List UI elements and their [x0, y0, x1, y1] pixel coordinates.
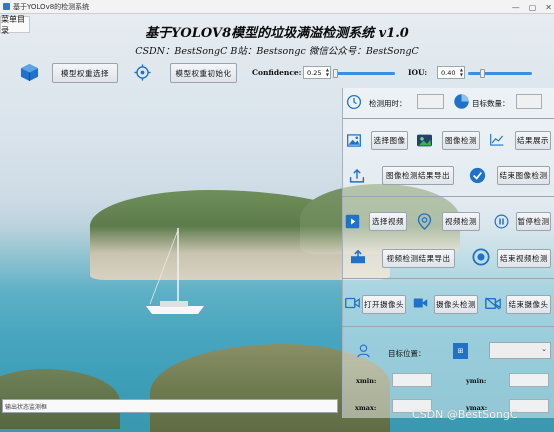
status-output-box[interactable]: 输出状态监测框	[2, 399, 338, 413]
status-text: 输出状态监测框	[5, 403, 48, 411]
xmin-label: xmin:	[356, 377, 377, 385]
confidence-slider[interactable]	[333, 69, 395, 78]
target-select[interactable]: ⌄	[489, 342, 551, 359]
page-title: 基于YOLOV8模型的垃圾满溢检测系统 v1.0	[145, 26, 409, 41]
iou-spinbox[interactable]: 0.40 ▲ ▼	[437, 66, 465, 79]
spin-arrows-icon[interactable]: ▲ ▼	[326, 67, 329, 77]
divider	[342, 196, 554, 197]
stop-circle-icon	[472, 248, 490, 266]
end-image-button[interactable]: 结束图像检测	[497, 166, 550, 185]
image-detect-button[interactable]: 图像检测	[442, 131, 480, 150]
target-count-field	[516, 94, 542, 109]
check-circle-icon	[469, 167, 486, 184]
divider	[342, 118, 554, 119]
app-icon	[3, 3, 10, 10]
page-subtitle: CSDN：BestSongC B站：Bestsongc 微信公众号：BestSo…	[135, 46, 419, 57]
clock-icon	[346, 94, 362, 110]
chevron-down-icon[interactable]: ⌄	[541, 345, 547, 353]
target-icon	[134, 64, 151, 81]
user-icon	[357, 344, 370, 358]
spin-arrows-icon[interactable]: ▲ ▼	[460, 67, 463, 77]
confidence-value: 0.25	[307, 68, 322, 77]
image-detect-icon	[417, 134, 432, 147]
ymin-label: ymin:	[466, 377, 487, 385]
init-weights-button[interactable]: 模型权重初始化	[170, 63, 237, 83]
video-export-button[interactable]: 视频检测结果导出	[382, 249, 455, 268]
select-image-button[interactable]: 选择图像	[371, 131, 408, 150]
video-icon	[345, 214, 360, 229]
camera-off-icon	[485, 297, 501, 310]
camera-detect-button[interactable]: 摄像头检测	[434, 295, 478, 314]
iou-value: 0.40	[441, 68, 456, 77]
xmax-label: xmax:	[355, 404, 377, 412]
iou-slider[interactable]	[468, 69, 532, 78]
camera-icon	[345, 297, 360, 309]
line-chart-icon	[490, 133, 504, 146]
ymin-field	[509, 373, 549, 387]
target-count-label: 目标数量：	[472, 99, 510, 108]
select-weights-button[interactable]: 模型权重选择	[52, 63, 118, 83]
camera-icon	[413, 298, 428, 308]
iou-label: IOU:	[408, 68, 428, 77]
window-controls: — ▢ ✕	[512, 0, 552, 14]
pause-detect-button[interactable]: 暂停检测	[516, 212, 551, 231]
detect-time-field	[417, 94, 444, 109]
divider	[342, 326, 554, 327]
confidence-label: Confidence:	[252, 68, 302, 77]
pie-chart-icon	[454, 94, 469, 109]
grid-icon: ⊞	[453, 343, 468, 359]
location-pin-icon	[417, 213, 432, 230]
image-icon	[347, 134, 361, 147]
target-position-label: 目标位置：	[388, 349, 426, 358]
divider	[342, 278, 554, 279]
window-title: 基于YOLOv8的检测系统	[13, 2, 90, 11]
cube-icon	[20, 63, 39, 82]
close-icon[interactable]: ✕	[545, 3, 552, 12]
detect-time-label: 检测用时：	[369, 99, 407, 108]
end-camera-button[interactable]: 结束摄像头	[506, 295, 551, 314]
end-video-button[interactable]: 结束视频检测	[497, 249, 551, 268]
select-video-button[interactable]: 选择视频	[369, 212, 407, 231]
confidence-slider-handle[interactable]	[333, 69, 338, 78]
confidence-spinbox[interactable]: 0.25 ▲ ▼	[303, 66, 331, 79]
iou-slider-handle[interactable]	[480, 69, 485, 78]
video-detect-button[interactable]: 视频检测	[442, 212, 480, 231]
minimize-icon[interactable]: —	[512, 3, 520, 12]
watermark: CSDN @BestSongC	[412, 408, 518, 421]
app-window: 基于YOLOv8的检测系统 — ▢ ✕ 菜单目录 基于YOLOV8模型的垃圾满溢…	[0, 0, 554, 432]
upload-icon	[349, 168, 365, 183]
pause-icon	[494, 214, 509, 229]
window-title-bar: 基于YOLOv8的检测系统 — ▢ ✕	[0, 0, 554, 14]
open-camera-button[interactable]: 打开摄像头	[362, 295, 406, 314]
sailboat-image	[146, 228, 204, 314]
upload-icon	[351, 250, 365, 264]
maximize-icon[interactable]: ▢	[529, 3, 537, 12]
image-export-button[interactable]: 图像检测结果导出	[382, 166, 454, 185]
result-show-button[interactable]: 结果展示	[515, 131, 551, 150]
xmin-field	[392, 373, 432, 387]
